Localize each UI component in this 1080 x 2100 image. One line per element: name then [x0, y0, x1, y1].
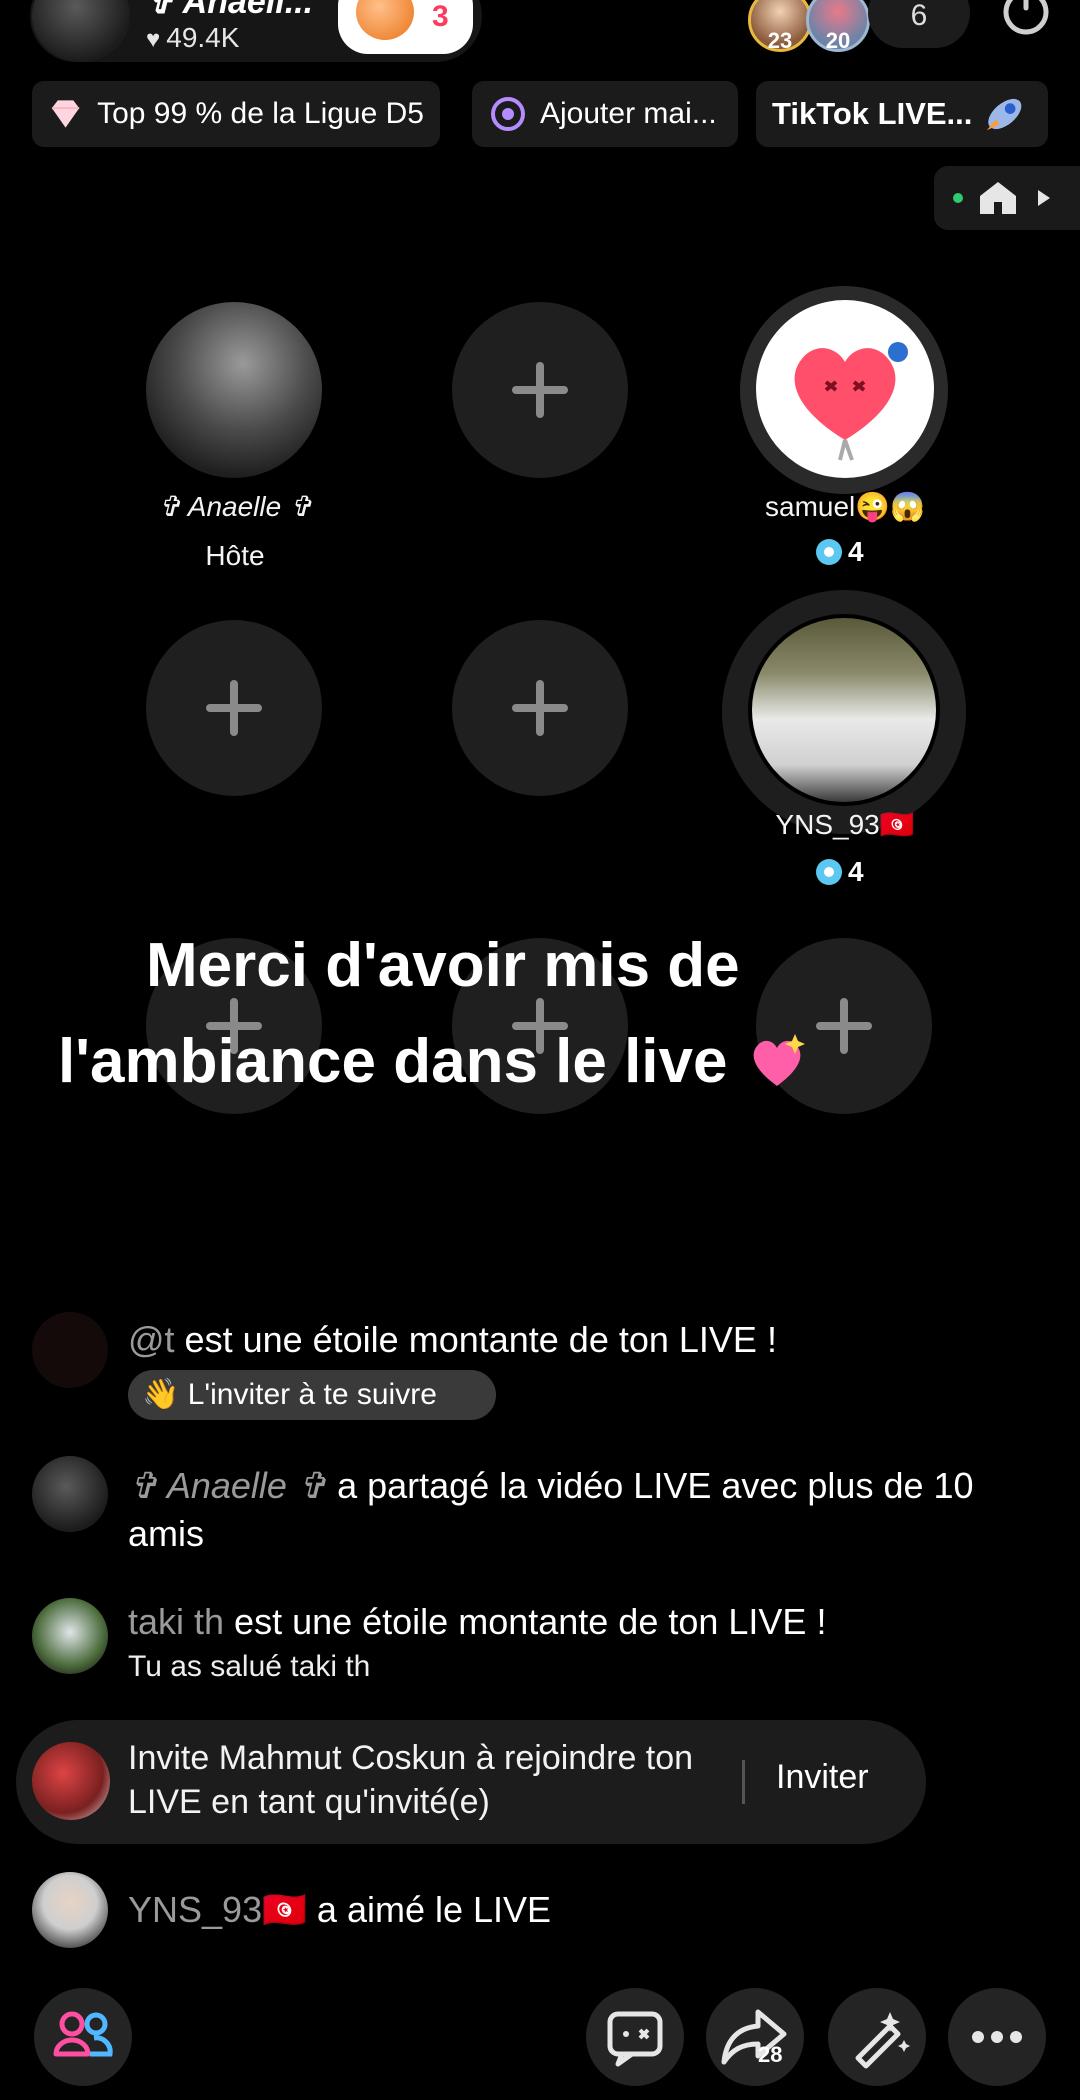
tiktok-live-chip[interactable]: TikTok LIVE... [756, 81, 1048, 147]
invite-banner-text: Invite Mahmut Coskun à rejoindre ton LIV… [128, 1739, 694, 1821]
people-icon [53, 2011, 113, 2057]
heart-character-icon [794, 342, 908, 461]
empty-seat[interactable] [452, 620, 628, 796]
comment-avatar[interactable] [32, 1312, 108, 1388]
invite-follow-label: L'inviter à te suivre [187, 1378, 437, 1411]
share-icon [721, 2009, 787, 2065]
comment-liked-live: YNS_93🇹🇳 a aimé le LIVE [128, 1886, 1028, 1934]
viewer-count[interactable]: 6 [868, 0, 970, 48]
plus-icon [816, 998, 872, 1054]
host-name: ✞ Anaell... [146, 0, 314, 21]
plus-icon [512, 680, 568, 736]
caption-line-2-text: l'ambiance dans le live [58, 1027, 728, 1096]
more-button[interactable] [948, 1988, 1046, 2086]
comment-rising-star-t: @t est une étoile montante de ton LIVE ! [128, 1316, 1028, 1364]
guest-name-yns: YNS_93🇹🇳 [775, 809, 915, 840]
invite-guest-banner: Invite Mahmut Coskun à rejoindre ton LIV… [16, 1720, 926, 1844]
viewer-rank-badge: 20 [825, 28, 851, 53]
invite-follow-button[interactable]: 👋 L'inviter à te suivre [128, 1370, 496, 1420]
comment-button[interactable] [586, 1988, 684, 2086]
effects-button[interactable] [828, 1988, 926, 2086]
caption-line-1: Merci d'avoir mis de [146, 931, 740, 1000]
more-icon [972, 2031, 1022, 2043]
diamond-icon [51, 100, 80, 128]
guests-button[interactable] [34, 1988, 132, 2086]
caption-line-2: l'ambiance dans le live [58, 1014, 809, 1110]
tiktok-live-label: TikTok LIVE... [772, 96, 973, 131]
empty-seat[interactable] [146, 620, 322, 796]
share-button[interactable]: 28 [706, 1988, 804, 2086]
host-role-label: Hôte [205, 540, 265, 571]
guest-seat-avatar-samuel[interactable] [756, 300, 934, 478]
divider [742, 1760, 745, 1804]
invitee-avatar[interactable] [32, 1742, 110, 1820]
plus-icon [512, 362, 568, 418]
host-seat-name: ✞ Anaelle ✞ [157, 491, 313, 522]
add-goal-chip[interactable]: Ajouter mai... [472, 81, 738, 147]
side-panel-tab[interactable] [934, 166, 1080, 230]
empty-seat[interactable] [452, 302, 628, 478]
chat-icon [607, 2011, 663, 2067]
rocket-icon [987, 98, 1022, 131]
badge-icon [816, 859, 842, 885]
sparkling-heart-icon [753, 1034, 805, 1086]
home-icon [953, 182, 1050, 214]
magic-wand-icon [855, 2012, 910, 2069]
top-viewer-avatar[interactable]: 20 [806, 0, 870, 53]
host-likes-count: 49.4K [166, 22, 240, 53]
host-likes: ♥ 49.4K [146, 22, 239, 54]
guest-name-samuel: samuel😜😱 [765, 491, 925, 522]
comment-text: est une étoile montante de ton LIVE ! [224, 1601, 827, 1642]
comment-avatar[interactable] [32, 1598, 108, 1674]
comment-text: est une étoile montante de ton LIVE ! [174, 1319, 777, 1360]
guest-badge-value: 4 [848, 856, 864, 887]
target-icon [491, 97, 525, 131]
guest-badge-samuel: 4 [816, 536, 864, 568]
add-goal-label: Ajouter mai... [540, 97, 717, 130]
comment-text: a aimé le LIVE [306, 1889, 552, 1930]
comment-user[interactable]: @t [128, 1319, 175, 1360]
plus-icon [206, 680, 262, 736]
comment-avatar[interactable] [32, 1872, 108, 1948]
comment-user[interactable]: ✞ Anaelle ✞ [128, 1465, 327, 1506]
top-viewer-avatar[interactable]: 23 [748, 0, 812, 53]
comment-rising-star-taki: taki th est une étoile montante de ton L… [128, 1598, 1068, 1646]
share-count: 28 [758, 2042, 783, 2067]
power-icon[interactable] [1000, 0, 1052, 40]
salute-status: Tu as salué taki th [128, 1650, 371, 1683]
gift-count: 3 [432, 0, 449, 33]
league-rank-chip[interactable]: Top 99 % de la Ligue D5 [32, 81, 440, 147]
guest-badge-yns: 4 [816, 856, 864, 888]
badge-icon [816, 539, 842, 565]
host-seat-avatar[interactable] [146, 302, 322, 478]
viewer-rank-badge: 23 [767, 28, 793, 53]
guest-seat-avatar-yns[interactable] [748, 614, 940, 806]
comment-user[interactable]: taki th [128, 1601, 224, 1642]
invite-button[interactable]: Inviter [776, 1758, 869, 1797]
heart-icon: ♥ [146, 26, 161, 53]
league-rank-label: Top 99 % de la Ligue D5 [97, 97, 424, 130]
comment-avatar[interactable] [32, 1456, 108, 1532]
waving-hand-icon: 👋 [142, 1378, 180, 1411]
comment-shared-live: ✞ Anaelle ✞ a partagé la vidéo LIVE avec… [128, 1462, 1048, 1558]
guest-badge-value: 4 [848, 536, 864, 567]
comment-user[interactable]: YNS_93🇹🇳 [128, 1889, 307, 1930]
